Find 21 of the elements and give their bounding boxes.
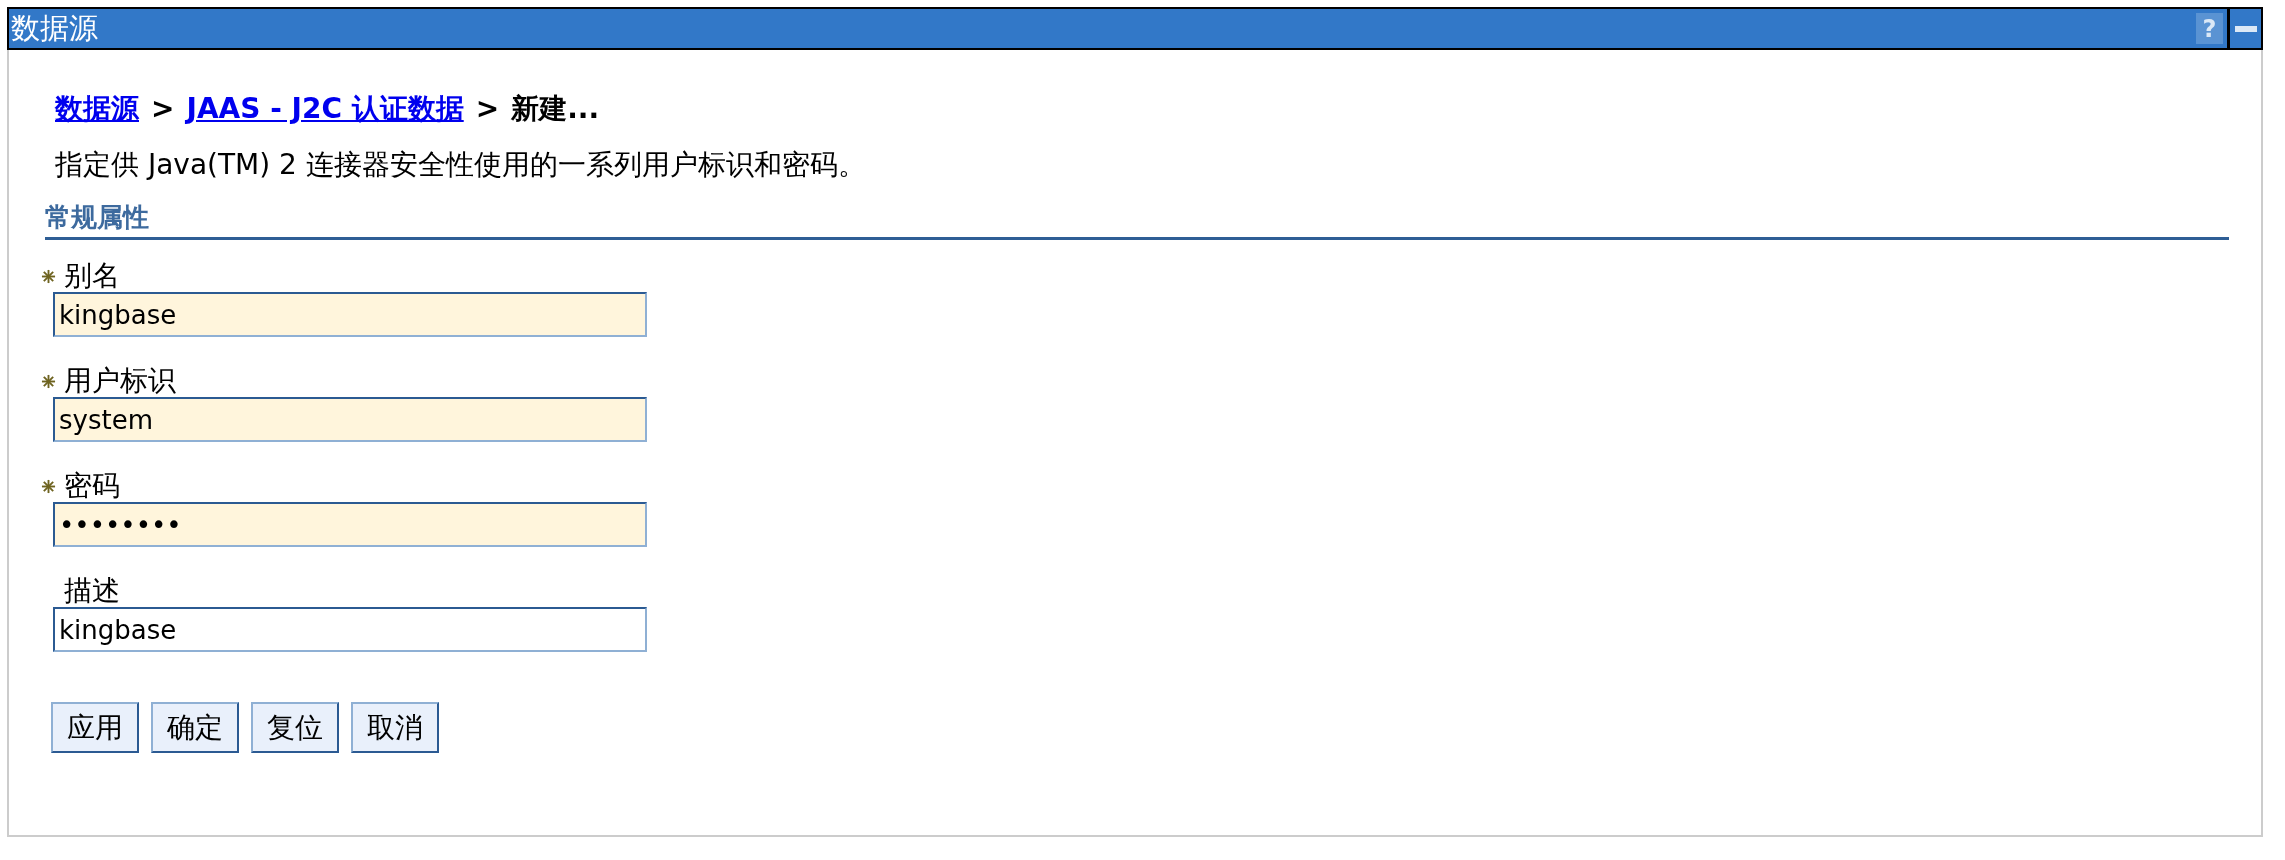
field-label: 用户标识 <box>64 363 176 399</box>
field-label: 别名 <box>64 258 120 294</box>
minimize-icon <box>2234 25 2257 32</box>
section-heading: 常规属性 <box>45 200 2229 240</box>
breadcrumb-current: 新建... <box>511 91 600 127</box>
input-field[interactable]: kingbase <box>53 292 647 337</box>
breadcrumb-separator: > <box>151 92 175 125</box>
form-button[interactable]: 确定 <box>151 702 239 753</box>
input-field[interactable]: system <box>53 397 647 442</box>
input-field[interactable]: kingbase <box>53 607 647 652</box>
breadcrumb-link[interactable]: JAAS - J2C 认证数据 <box>186 90 464 128</box>
description-text: 指定供 Java(TM) 2 连接器安全性使用的一系列用户标识和密码。 <box>55 147 867 183</box>
form-button[interactable]: 取消 <box>351 702 439 753</box>
breadcrumb-separator: > <box>475 92 500 125</box>
field-label: 密码 <box>64 468 120 504</box>
form-button[interactable]: 复位 <box>251 702 339 753</box>
field-label: 描述 <box>64 573 120 609</box>
form-button[interactable]: 应用 <box>51 702 139 753</box>
breadcrumb-link[interactable]: 数据源 <box>55 90 139 128</box>
input-field[interactable]: •••••••• <box>53 502 647 547</box>
window-title: 数据源 <box>10 9 99 47</box>
